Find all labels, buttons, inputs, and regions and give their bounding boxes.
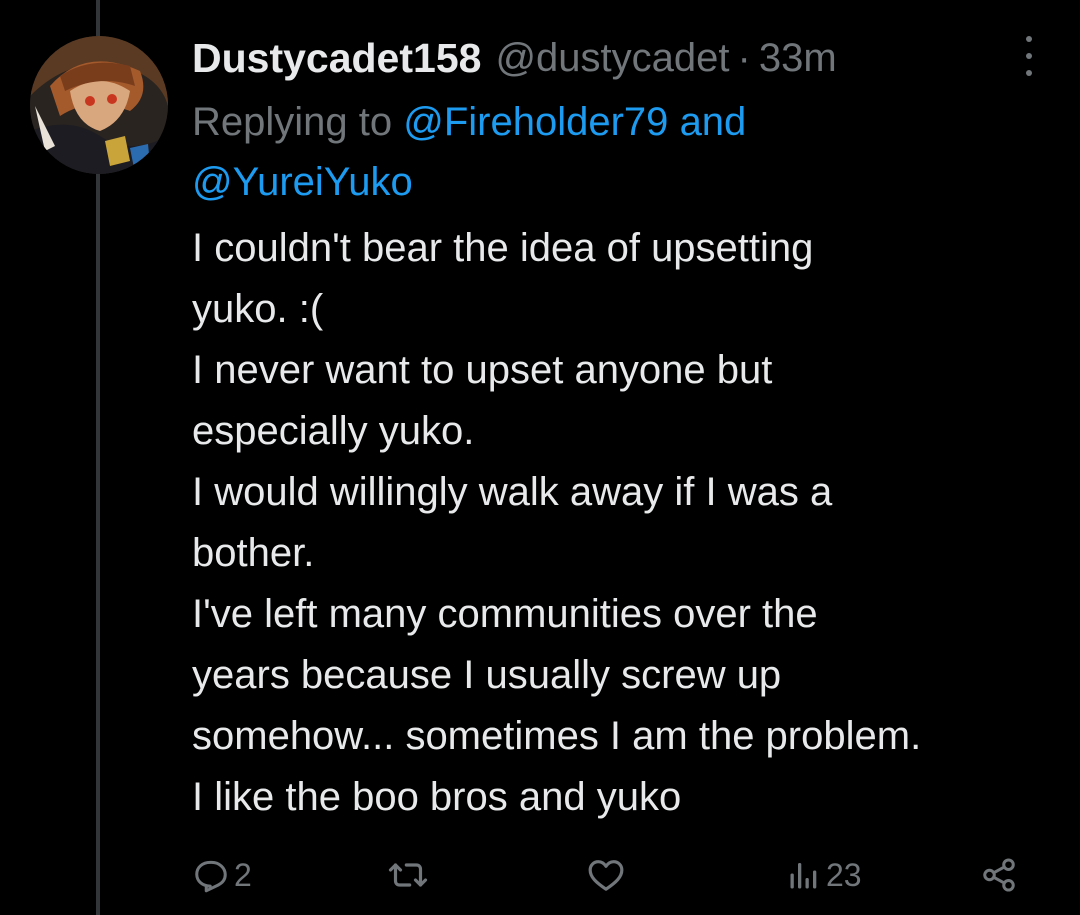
tweet-text-line: I've left many communities over the [192,592,818,636]
reply-prefix: Replying to [192,100,393,144]
separator-dot: · [737,35,751,80]
tweet-text-line: yuko. :( [192,287,324,331]
tweet-text-line: I would willingly walk away if I was a [192,470,833,514]
views-icon [790,863,817,889]
retweet-icon [388,863,428,887]
timestamp[interactable]: 33m [759,36,837,81]
like-button[interactable] [586,850,630,900]
tweet-header: Dustycadet158 @dustycadet · 33m [192,30,837,86]
reply-and[interactable]: and [680,100,747,144]
tweet-text-line: I never want to upset anyone but [192,348,773,392]
action-bar: 2 23 [192,850,1042,900]
more-options-button[interactable] [1014,36,1044,76]
views-count: 23 [826,856,862,893]
tweet-text-line: somehow... sometimes I am the problem. [192,714,922,758]
reply-button[interactable]: 2 [192,850,252,900]
tweet-text-line: years because I usually screw up [192,653,782,697]
reply-mention-fireholder[interactable]: @Fireholder79 [403,100,668,144]
retweet-button[interactable] [388,850,432,900]
heart-icon [588,860,624,891]
tweet-text: I couldn't bear the idea of upsetting yu… [192,218,1072,828]
more-vertical-icon [1026,36,1032,42]
tweet-text-line: especially yuko. [192,409,475,453]
reply-icon [195,860,227,893]
tweet-text-line: I like the boo bros and yuko [192,775,682,819]
avatar[interactable] [30,36,168,174]
user-handle[interactable]: @dustycadet [495,36,729,81]
display-name[interactable]: Dustycadet158 [192,35,481,82]
views-button[interactable]: 23 [786,850,862,900]
tweet-text-line: bother. [192,531,315,575]
reply-mention-yureiyuko[interactable]: @YureiYuko [192,160,413,204]
reply-context: Replying to @Fireholder79 and @YureiYuko [192,92,1012,212]
share-icon [983,858,1015,892]
reply-count: 2 [234,856,252,893]
avatar-image [30,36,168,174]
share-button[interactable] [980,850,1018,900]
tweet-text-line: I couldn't bear the idea of upsetting [192,226,814,270]
